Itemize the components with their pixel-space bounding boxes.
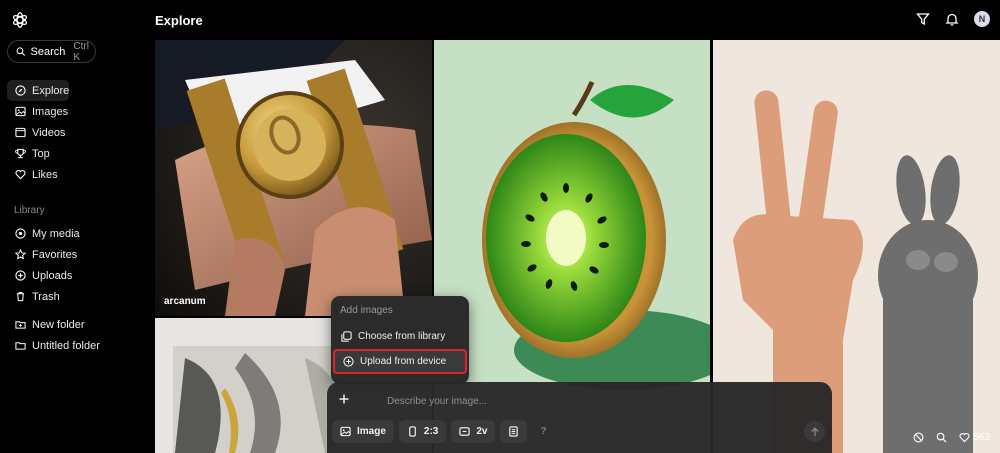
sidebar-item-favorites[interactable]: Favorites: [7, 244, 143, 265]
sidebar-item-uploads[interactable]: Uploads: [7, 265, 143, 286]
sidebar-item-label: Images: [32, 105, 69, 118]
upload-from-device-option[interactable]: Upload from device: [333, 349, 467, 374]
sidebar-item-images[interactable]: Images: [7, 101, 143, 122]
search-shortcut: Ctrl K: [73, 40, 89, 63]
send-button[interactable]: [804, 421, 825, 442]
sidebar-item-explore[interactable]: Explore: [7, 80, 69, 101]
tile-caption: arcanum: [164, 296, 206, 307]
add-image-button[interactable]: [338, 393, 350, 405]
heart-icon: [15, 170, 26, 180]
sidebar-item-label: Top: [32, 147, 50, 160]
variants-icon: [459, 427, 470, 436]
image-icon: [15, 106, 26, 117]
tile-actions: 563: [913, 432, 990, 443]
document-icon: [509, 426, 519, 437]
heart-icon: [959, 433, 970, 443]
mode-label: Image: [357, 426, 386, 437]
sidebar-item-label: My media: [32, 227, 80, 240]
media-icon: [15, 228, 26, 239]
watch-image: [155, 40, 432, 316]
trash-icon: [16, 291, 25, 302]
add-images-popover: Add images Choose from library Upload fr…: [331, 296, 469, 384]
option-label: Choose from library: [358, 331, 446, 342]
prompt-guide-button[interactable]: [500, 420, 528, 443]
plus-circle-icon: [343, 356, 354, 367]
variants-selector[interactable]: 2v: [451, 420, 496, 443]
sidebar-item-label: New folder: [32, 318, 85, 331]
popover-heading: Add images: [340, 305, 393, 316]
filter-icon[interactable]: [916, 12, 930, 26]
like-button[interactable]: 563: [959, 432, 990, 443]
prompt-composer: Describe your image... Image 2:3 2v ?: [327, 382, 832, 453]
folders-nav: New folder Untitled folder: [7, 314, 143, 356]
aspect-ratio-selector[interactable]: 2:3: [398, 420, 447, 443]
sidebar-item-my-media[interactable]: My media: [7, 223, 143, 244]
bell-icon[interactable]: [945, 12, 959, 26]
aspect-label: 2:3: [423, 426, 439, 437]
composer-toolbar: Image 2:3 2v ?: [332, 420, 555, 443]
logo-icon[interactable]: [11, 11, 29, 29]
sidebar-item-likes[interactable]: Likes: [7, 164, 143, 185]
upload-icon: [15, 270, 26, 281]
sidebar-item-label: Trash: [32, 290, 60, 303]
image-icon: [340, 426, 351, 437]
folder-icon: [15, 342, 26, 350]
library-icon: [341, 331, 352, 342]
sidebar-item-label: Videos: [32, 126, 66, 139]
search-icon: [16, 47, 26, 56]
folder-plus-icon: [15, 321, 26, 329]
sidebar-item-label: Untitled folder: [32, 339, 100, 352]
header-actions: N: [916, 11, 990, 27]
variants-label: 2v: [476, 426, 488, 437]
compass-icon: [15, 85, 26, 96]
sidebar-item-videos[interactable]: Videos: [7, 122, 143, 143]
page-title: Explore: [155, 13, 203, 28]
likes-count: 563: [973, 432, 990, 443]
gallery-tile-watch[interactable]: arcanum: [155, 40, 432, 316]
search-icon[interactable]: [936, 432, 947, 443]
sidebar-item-label: Favorites: [32, 248, 78, 261]
sidebar-item-trash[interactable]: Trash: [7, 286, 143, 307]
sidebar-item-untitled-folder[interactable]: Untitled folder: [7, 335, 143, 356]
sidebar-item-label: Likes: [32, 168, 58, 181]
choose-from-library-option[interactable]: Choose from library: [333, 324, 467, 349]
sidebar-item-label: Uploads: [32, 269, 73, 282]
sidebar-item-new-folder[interactable]: New folder: [7, 314, 143, 335]
sidebar-item-top[interactable]: Top: [7, 143, 143, 164]
hide-icon[interactable]: [913, 432, 924, 443]
help-button[interactable]: ?: [532, 420, 554, 443]
library-nav: My media Favorites Uploads Trash: [7, 223, 143, 307]
star-icon: [15, 249, 26, 260]
arrow-up-icon: [810, 426, 819, 436]
search-label: Search: [30, 45, 66, 58]
trophy-icon: [15, 148, 26, 159]
prompt-input[interactable]: Describe your image...: [387, 396, 487, 407]
mode-selector[interactable]: Image: [332, 420, 394, 443]
option-label: Upload from device: [360, 356, 447, 367]
avatar[interactable]: N: [974, 11, 990, 27]
phone-portrait-icon: [409, 426, 416, 437]
video-icon: [15, 127, 26, 138]
sidebar: Search Ctrl K Explore Images Videos Top …: [0, 0, 150, 453]
search-button[interactable]: Search Ctrl K: [7, 40, 96, 63]
library-section-label: Library: [14, 205, 45, 216]
main-nav: Explore Images Videos Top Likes: [7, 80, 143, 185]
sidebar-item-label: Explore: [32, 84, 70, 97]
